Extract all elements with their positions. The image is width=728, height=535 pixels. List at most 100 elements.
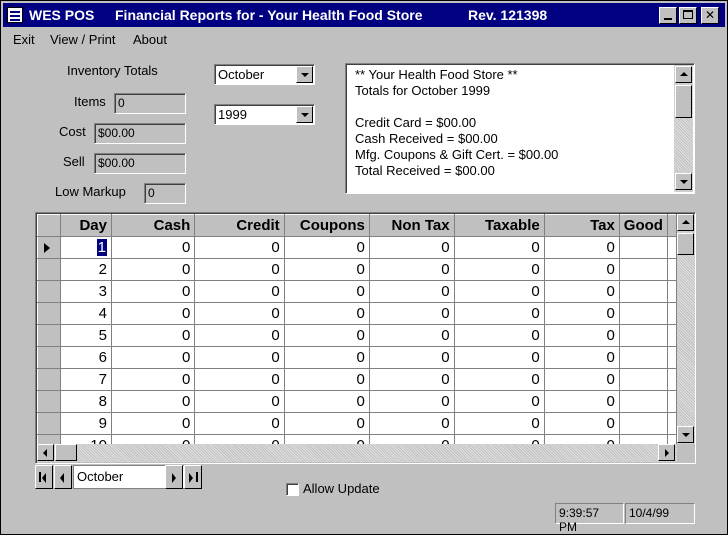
table-row[interactable]: 3000000 — [37, 280, 677, 303]
table-cell[interactable] — [618, 368, 669, 391]
table-cell[interactable]: 9 — [60, 412, 112, 435]
row-indicator[interactable] — [37, 346, 61, 369]
table-cell[interactable] — [618, 236, 669, 259]
table-cell[interactable] — [618, 434, 669, 444]
scroll-up-button[interactable] — [675, 66, 692, 83]
table-cell[interactable]: 0 — [543, 236, 620, 259]
grid-hscroll-thumb[interactable] — [55, 444, 77, 461]
close-button[interactable]: ✕ — [701, 7, 719, 24]
table-cell[interactable] — [618, 390, 669, 413]
row-indicator[interactable] — [37, 236, 61, 259]
table-cell[interactable]: 0 — [110, 280, 196, 303]
table-cell[interactable]: 0 — [453, 434, 545, 444]
table-cell[interactable]: 0 — [283, 324, 370, 347]
title-bar[interactable]: WES POS Financial Reports for - Your Hea… — [3, 3, 725, 27]
table-row[interactable]: 10000000 — [37, 434, 677, 444]
table-cell[interactable] — [618, 346, 669, 369]
table-row[interactable]: 1000000 — [37, 236, 677, 259]
table-cell[interactable]: 0 — [368, 280, 455, 303]
table-cell[interactable]: 0 — [453, 368, 545, 391]
table-cell[interactable]: 1 — [60, 236, 112, 259]
table-cell[interactable]: 0 — [543, 368, 620, 391]
table-cell[interactable]: 0 — [368, 346, 455, 369]
table-cell[interactable]: 0 — [283, 302, 370, 325]
table-cell[interactable]: 0 — [194, 324, 285, 347]
table-cell[interactable]: 0 — [368, 258, 455, 281]
table-cell[interactable]: 6 — [60, 346, 112, 369]
table-cell[interactable]: 0 — [543, 280, 620, 303]
allow-update-label[interactable]: Allow Update — [303, 481, 380, 496]
table-cell[interactable] — [618, 412, 669, 435]
last-record-button[interactable] — [184, 465, 202, 489]
menu-exit[interactable]: Exit — [13, 32, 35, 47]
scroll-thumb[interactable] — [675, 85, 692, 118]
row-indicator[interactable] — [37, 324, 61, 347]
allow-update-checkbox[interactable] — [286, 483, 299, 496]
table-cell[interactable]: 0 — [453, 236, 545, 259]
table-cell[interactable] — [618, 258, 669, 281]
table-cell[interactable]: 0 — [543, 412, 620, 435]
table-cell[interactable]: 0 — [368, 434, 455, 444]
table-cell[interactable]: 0 — [194, 390, 285, 413]
column-header-non-tax[interactable]: Non Tax — [368, 214, 455, 237]
table-cell[interactable]: 0 — [283, 258, 370, 281]
table-cell[interactable]: 0 — [543, 258, 620, 281]
table-cell[interactable]: 0 — [110, 324, 196, 347]
row-indicator[interactable] — [37, 280, 61, 303]
row-indicator[interactable] — [37, 302, 61, 325]
minimize-button[interactable] — [659, 7, 677, 24]
table-cell[interactable]: 0 — [543, 302, 620, 325]
column-header-good[interactable]: Good — [618, 214, 669, 237]
table-cell[interactable] — [618, 280, 669, 303]
table-cell[interactable]: 0 — [110, 236, 196, 259]
month-select[interactable]: October — [214, 64, 315, 85]
table-cell[interactable]: 0 — [283, 390, 370, 413]
row-indicator[interactable] — [37, 390, 61, 413]
table-cell[interactable]: 0 — [368, 302, 455, 325]
table-cell[interactable]: 3 — [60, 280, 112, 303]
table-cell[interactable]: 0 — [453, 280, 545, 303]
table-cell[interactable]: 7 — [60, 368, 112, 391]
table-cell[interactable]: 0 — [194, 412, 285, 435]
table-cell[interactable]: 0 — [110, 302, 196, 325]
table-cell[interactable]: 0 — [283, 434, 370, 444]
table-cell[interactable]: 0 — [110, 346, 196, 369]
summary-scrollbar[interactable] — [674, 65, 693, 192]
table-cell[interactable]: 0 — [110, 390, 196, 413]
table-cell[interactable]: 0 — [453, 324, 545, 347]
first-record-button[interactable] — [35, 465, 53, 489]
table-cell[interactable]: 0 — [543, 434, 620, 444]
menu-about[interactable]: About — [133, 32, 167, 47]
table-cell[interactable]: 0 — [283, 346, 370, 369]
grid-horizontal-scrollbar[interactable] — [37, 444, 677, 462]
table-cell[interactable]: 0 — [453, 302, 545, 325]
table-cell[interactable]: 8 — [60, 390, 112, 413]
row-indicator[interactable] — [37, 434, 61, 444]
table-cell[interactable]: 0 — [110, 368, 196, 391]
table-cell[interactable]: 0 — [368, 390, 455, 413]
table-cell[interactable]: 0 — [194, 368, 285, 391]
next-record-button[interactable] — [165, 465, 183, 489]
table-cell[interactable]: 0 — [543, 324, 620, 347]
prev-record-button[interactable] — [54, 465, 72, 489]
table-cell[interactable]: 0 — [283, 280, 370, 303]
table-cell[interactable]: 0 — [368, 368, 455, 391]
table-cell[interactable]: 0 — [368, 236, 455, 259]
column-header-taxable[interactable]: Taxable — [453, 214, 545, 237]
table-cell[interactable]: 0 — [194, 346, 285, 369]
table-cell[interactable]: 2 — [60, 258, 112, 281]
scroll-down-button[interactable] — [675, 173, 692, 190]
daily-totals-grid[interactable]: Day Cash Credit Coupons Non Tax Taxable Tax Goo… — [35, 212, 696, 464]
month-dropdown-button[interactable] — [296, 66, 313, 83]
table-cell[interactable]: 0 — [194, 258, 285, 281]
table-cell[interactable]: 0 — [453, 346, 545, 369]
table-row[interactable]: 8000000 — [37, 390, 677, 413]
grid-scroll-down-button[interactable] — [677, 426, 694, 443]
table-cell[interactable]: 0 — [283, 412, 370, 435]
table-row[interactable]: 6000000 — [37, 346, 677, 369]
table-cell[interactable]: 10 — [60, 434, 112, 444]
table-row[interactable]: 4000000 — [37, 302, 677, 325]
column-header-tax[interactable]: Tax — [543, 214, 620, 237]
table-cell[interactable]: 0 — [194, 236, 285, 259]
year-dropdown-button[interactable] — [296, 106, 313, 123]
